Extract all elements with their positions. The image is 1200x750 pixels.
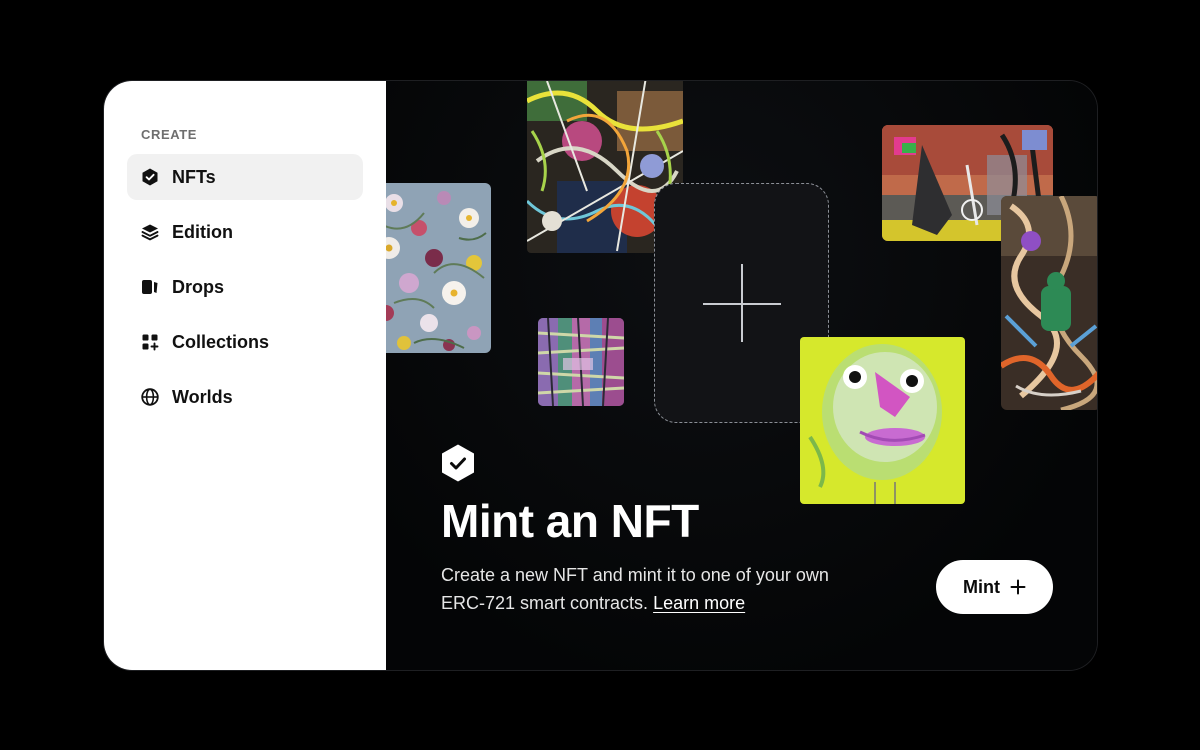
sidebar-item-nfts[interactable]: NFTs (127, 154, 363, 200)
mint-button-label: Mint (963, 576, 1000, 597)
grid-plus-icon (140, 332, 160, 352)
globe-icon (140, 387, 160, 407)
sidebar: CREATE NFTs Edition Drops Collections Wo… (104, 81, 386, 670)
nft-artwork-collage (1001, 196, 1097, 410)
shield-check-icon (440, 443, 476, 483)
section-label: CREATE (141, 127, 198, 142)
shield-check-icon (140, 167, 160, 187)
sidebar-item-label: Worlds (172, 386, 233, 407)
mint-hero: Mint an NFT Create a new NFT and mint it… (386, 81, 1097, 670)
learn-more-link[interactable]: Learn more (653, 593, 745, 613)
sidebar-item-drops[interactable]: Drops (127, 264, 363, 310)
sidebar-item-edition[interactable]: Edition (127, 209, 363, 255)
sidebar-item-collections[interactable]: Collections (127, 319, 363, 365)
sidebar-item-label: Drops (172, 276, 225, 297)
sidebar-item-label: NFTs (172, 166, 216, 187)
nav-list: NFTs Edition Drops Collections Worlds (104, 154, 386, 420)
sidebar-item-label: Collections (172, 331, 270, 352)
nft-artwork-glitch (538, 318, 624, 406)
hero-title: Mint an NFT (441, 495, 699, 547)
layers-icon (140, 222, 160, 242)
sidebar-item-label: Edition (172, 221, 233, 242)
nft-artwork-face (800, 337, 965, 504)
drops-icon (140, 277, 160, 297)
hero-description-text: Create a new NFT and mint it to one of y… (441, 565, 829, 613)
mint-button[interactable]: Mint (936, 560, 1053, 614)
create-card: CREATE NFTs Edition Drops Collections Wo… (104, 81, 1097, 670)
plus-icon (1010, 579, 1026, 595)
sidebar-item-worlds[interactable]: Worlds (127, 374, 363, 420)
nft-artwork-floral (386, 183, 491, 353)
hero-description: Create a new NFT and mint it to one of y… (441, 561, 841, 617)
